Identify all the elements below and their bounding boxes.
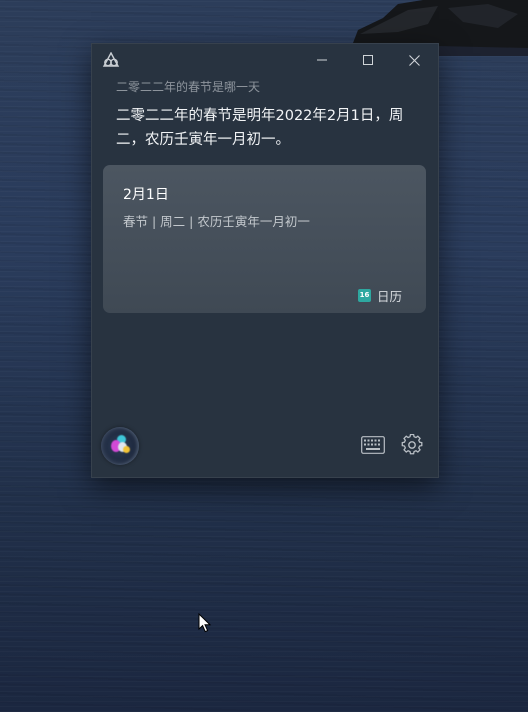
maximize-icon	[363, 55, 373, 65]
close-icon	[408, 54, 420, 66]
card-detail: 春节 | 周二 | 农历壬寅年一月初一	[123, 214, 310, 229]
keyboard-icon[interactable]	[361, 436, 385, 454]
assistant-logo-icon	[102, 52, 120, 67]
card-date: 2月1日	[123, 187, 169, 203]
maximize-button[interactable]	[348, 48, 388, 72]
minimize-icon	[317, 59, 327, 61]
calendar-result-card[interactable]: 2月1日 春节 | 周二 | 农历壬寅年一月初一 16 日历	[103, 165, 426, 313]
gear-icon[interactable]	[401, 434, 423, 456]
assistant-answer: 二零二二年的春节是明年2022年2月1日，周二，农历壬寅年一月初一。	[116, 108, 404, 148]
card-source-calendar[interactable]: 16 日历	[357, 286, 402, 305]
title-bar[interactable]	[92, 44, 438, 76]
user-query: 二零二二年的春节是哪一天	[116, 80, 261, 94]
close-button[interactable]	[394, 48, 434, 72]
assistant-window: 二零二二年的春节是哪一天 二零二二年的春节是明年2022年2月1日，周二，农历壬…	[91, 43, 439, 478]
mouse-cursor-icon	[198, 613, 212, 633]
calendar-icon: 16	[357, 289, 371, 302]
minimize-button[interactable]	[302, 48, 342, 72]
voice-orb-button[interactable]	[101, 427, 139, 465]
card-source-label: 日历	[376, 289, 402, 304]
